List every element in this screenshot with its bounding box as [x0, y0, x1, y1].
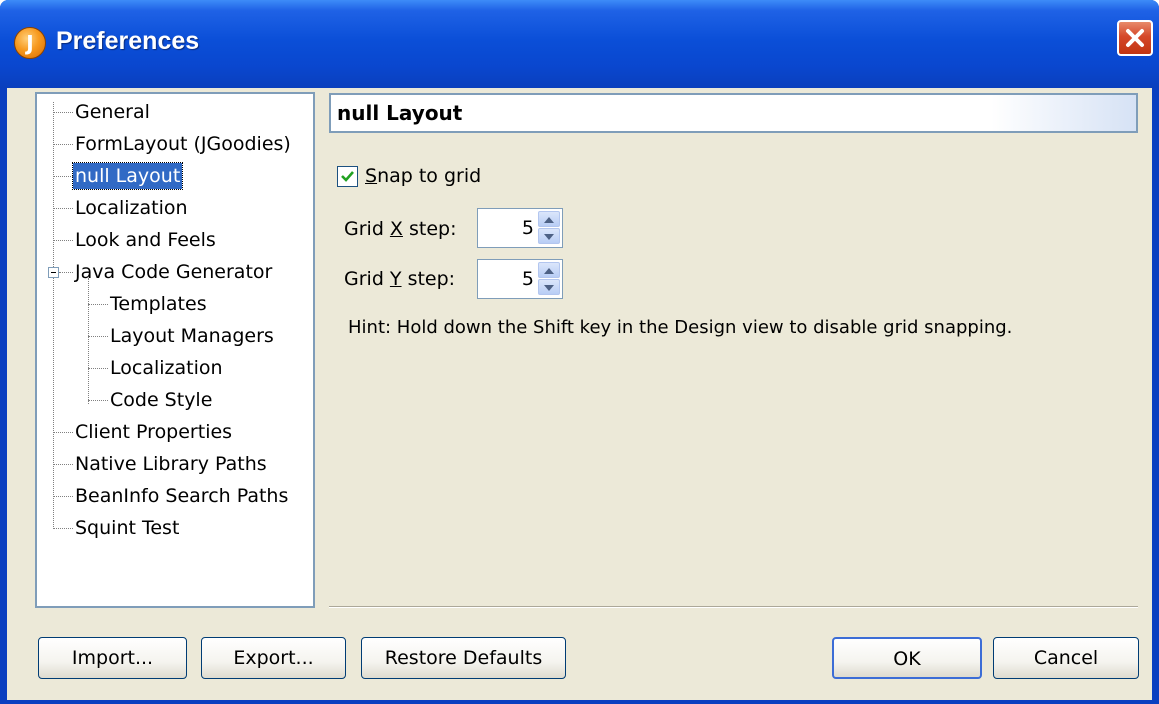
tree-item-squint-test[interactable]: Squint Test [73, 515, 181, 541]
snap-to-grid-label[interactable]: Snap to grid [365, 165, 481, 187]
tree-item-java-code-generator[interactable]: Java Code Generator [73, 259, 274, 285]
panel-title: null Layout [337, 101, 463, 125]
tree-item-beaninfo-search-paths[interactable]: BeanInfo Search Paths [73, 483, 290, 509]
grid-y-spinner[interactable]: 5 [477, 259, 563, 299]
app-icon: J [14, 27, 46, 59]
arrow-down-icon [544, 285, 554, 291]
grid-x-increment-button[interactable] [538, 211, 560, 227]
panel-title-bar: null Layout [329, 93, 1138, 133]
grid-y-increment-button[interactable] [538, 262, 560, 278]
export-button[interactable]: Export... [201, 637, 346, 679]
tree-item-templates[interactable]: Templates [108, 291, 209, 317]
grid-x-decrement-button[interactable] [538, 228, 560, 244]
collapse-icon[interactable] [48, 267, 59, 278]
tree-item-native-library-paths[interactable]: Native Library Paths [73, 451, 269, 477]
title-bar[interactable]: J Preferences [0, 0, 1159, 88]
arrow-up-icon [544, 268, 554, 274]
snap-mnemonic: S [365, 165, 378, 187]
grid-x-value: 5 [521, 217, 534, 239]
arrow-up-icon [544, 217, 554, 223]
arrow-down-icon [544, 234, 554, 240]
hint-text: Hint: Hold down the Shift key in the Des… [348, 317, 1013, 338]
tree-item-localization[interactable]: Localization [73, 195, 190, 221]
checkmark-icon [341, 171, 354, 182]
tree-line [88, 278, 89, 404]
tree-item-null-layout[interactable]: null Layout [71, 162, 184, 190]
tree-item-formlayout[interactable]: FormLayout (JGoodies) [73, 131, 293, 157]
close-button[interactable] [1117, 20, 1153, 56]
cancel-button[interactable]: Cancel [993, 637, 1139, 679]
tree-item-layout-managers[interactable]: Layout Managers [108, 323, 276, 349]
dialog-client-area: General FormLayout (JGoodies) null Layou… [7, 88, 1152, 700]
tree-item-codegen-localization[interactable]: Localization [108, 355, 225, 381]
grid-y-value: 5 [521, 268, 534, 290]
divider [329, 606, 1138, 608]
preferences-window: J Preferences General FormLayout (JGoodi… [0, 0, 1159, 704]
snap-to-grid-checkbox[interactable] [337, 166, 358, 187]
restore-defaults-button[interactable]: Restore Defaults [361, 637, 566, 679]
tree-item-look-and-feels[interactable]: Look and Feels [73, 227, 218, 253]
grid-y-label: Grid Y step: [344, 268, 456, 290]
close-icon [1126, 29, 1144, 47]
import-button[interactable]: Import... [38, 637, 187, 679]
preferences-tree[interactable]: General FormLayout (JGoodies) null Layou… [35, 92, 315, 608]
grid-x-spinner[interactable]: 5 [477, 208, 563, 248]
ok-button[interactable]: OK [832, 637, 982, 679]
tree-item-client-properties[interactable]: Client Properties [73, 419, 234, 445]
grid-y-decrement-button[interactable] [538, 279, 560, 295]
window-title: Preferences [56, 27, 200, 55]
grid-x-label: Grid X step: [344, 218, 457, 240]
tree-item-general[interactable]: General [73, 99, 152, 125]
snap-label-rest: nap to grid [377, 165, 482, 187]
tree-item-code-style[interactable]: Code Style [108, 387, 214, 413]
